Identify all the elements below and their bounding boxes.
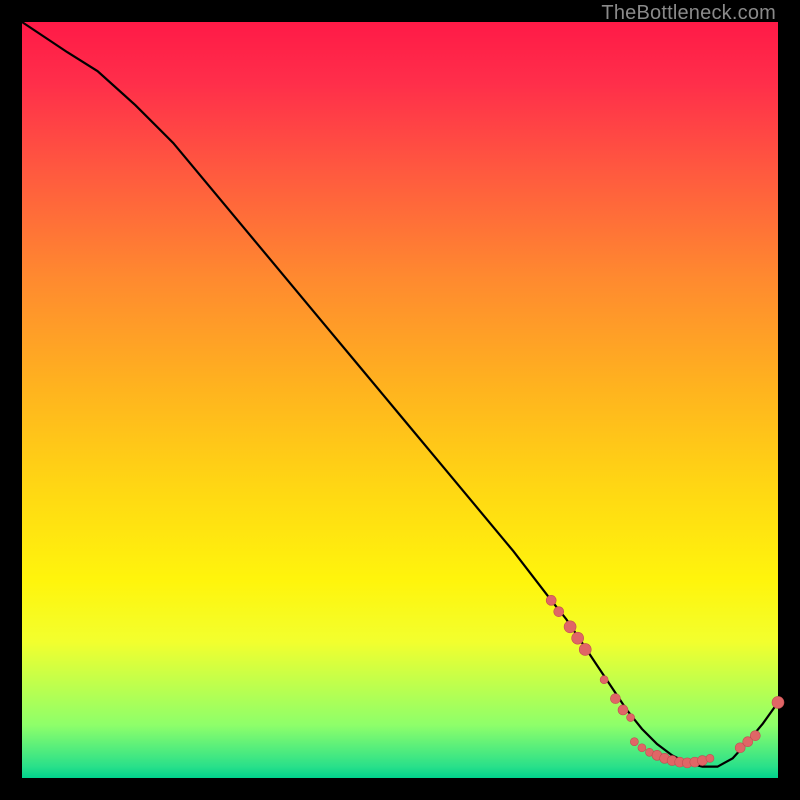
- bottleneck-curve: [22, 22, 778, 767]
- curve-marker: [546, 595, 556, 605]
- plot-area: [22, 22, 778, 778]
- curve-marker: [772, 696, 784, 708]
- chart-frame: TheBottleneck.com: [0, 0, 800, 800]
- curve-svg: [22, 22, 778, 778]
- curve-marker: [572, 632, 584, 644]
- curve-marker: [610, 694, 620, 704]
- curve-marker: [630, 738, 638, 746]
- curve-marker: [627, 714, 635, 722]
- curve-markers: [546, 595, 784, 768]
- curve-marker: [618, 705, 628, 715]
- curve-marker: [564, 621, 576, 633]
- curve-marker: [638, 744, 646, 752]
- curve-marker: [600, 676, 608, 684]
- curve-marker: [706, 754, 714, 762]
- curve-marker: [579, 643, 591, 655]
- curve-marker: [554, 607, 564, 617]
- curve-marker: [750, 731, 760, 741]
